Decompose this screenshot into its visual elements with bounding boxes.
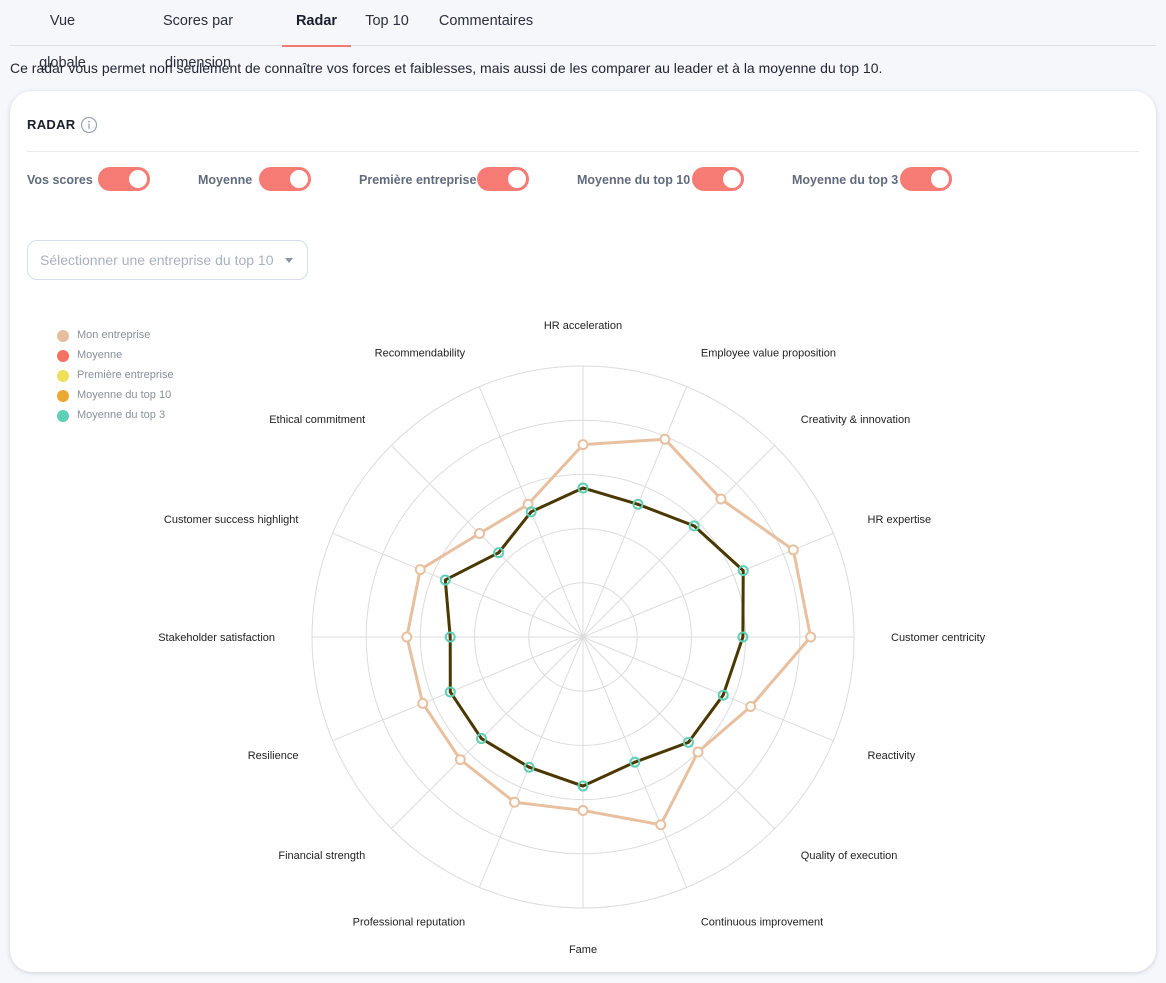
grid-spoke	[582, 386, 688, 638]
axis-label: HR expertise	[868, 514, 932, 526]
data-point	[787, 544, 799, 556]
data-point	[655, 819, 667, 831]
axis-label: Professional reputation	[353, 917, 466, 929]
data-point	[401, 631, 413, 643]
grid-spoke	[582, 636, 775, 829]
axis-label: Fame	[569, 944, 597, 956]
data-point	[715, 493, 727, 505]
axis-label: Resilience	[248, 750, 299, 762]
axis-label: Customer centricity	[891, 632, 986, 644]
axis-label: Customer success highlight	[164, 514, 299, 526]
grid-spoke	[332, 636, 584, 742]
data-point	[692, 746, 704, 758]
data-point	[745, 700, 757, 712]
data-point	[414, 564, 426, 576]
data-point	[454, 754, 466, 766]
axis-label: Stakeholder satisfaction	[158, 632, 275, 644]
data-point	[577, 439, 589, 451]
grid-spoke	[582, 445, 775, 638]
radar-chart: HR acceleration Employee value propositio…	[158, 320, 986, 956]
data-point	[474, 528, 486, 540]
grid-spoke	[332, 532, 584, 638]
data-point	[659, 433, 671, 445]
axis-label: Financial strength	[278, 850, 365, 862]
axis-label: Reactivity	[868, 750, 916, 762]
data-point	[509, 796, 521, 808]
axis-label: Ethical commitment	[269, 414, 365, 426]
data-point	[805, 631, 817, 643]
axis-label: Quality of execution	[801, 850, 898, 862]
axis-label: HR acceleration	[544, 320, 622, 332]
axis-label: Continuous improvement	[701, 917, 823, 929]
data-point	[577, 804, 589, 816]
grid-spoke	[391, 636, 584, 829]
axis-label: Employee value proposition	[701, 347, 836, 359]
axis-label: Recommendability	[375, 347, 466, 359]
axis-label: Creativity & innovation	[801, 414, 910, 426]
data-point	[417, 697, 429, 709]
